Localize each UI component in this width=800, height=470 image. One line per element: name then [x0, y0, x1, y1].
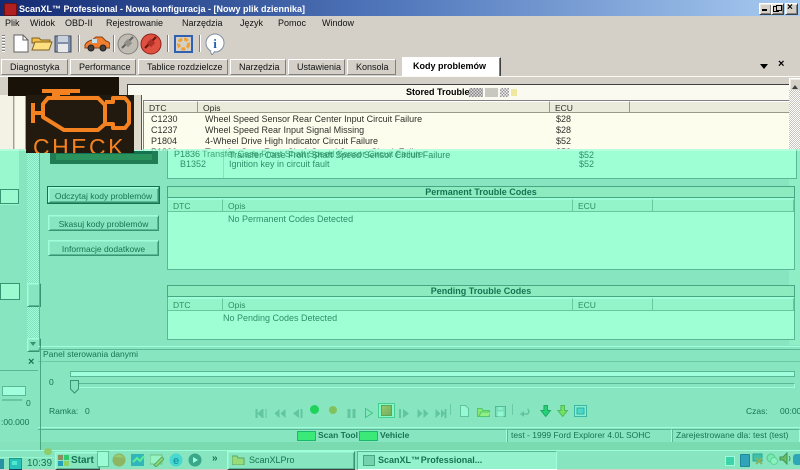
svg-text:i: i: [213, 36, 217, 51]
